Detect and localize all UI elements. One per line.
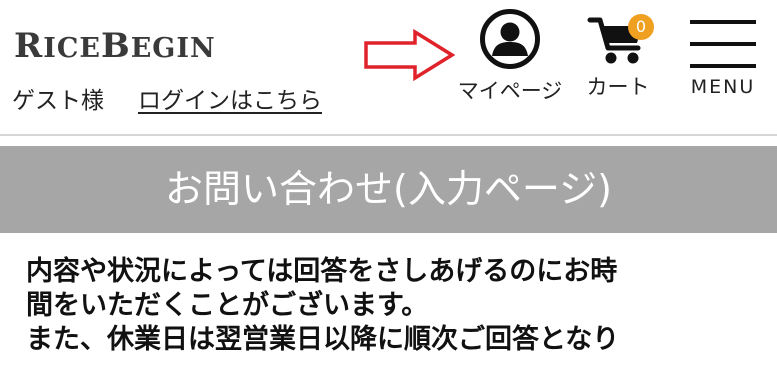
cart-button[interactable]: 0 カート [578, 12, 658, 100]
cart-count-badge: 0 [628, 14, 654, 40]
menu-button[interactable]: MENU [688, 18, 758, 100]
intro-text-line: 間をいただくことがございます。 [26, 290, 429, 321]
page-title: お問い合わせ(入力ページ) [0, 146, 777, 233]
cart-label: カート [586, 75, 650, 99]
mypage-label: マイページ [457, 79, 563, 103]
right-arrow-icon [364, 29, 455, 81]
header-divider [0, 134, 777, 136]
mypage-button[interactable]: マイページ [448, 8, 572, 104]
hamburger-menu-icon [690, 18, 756, 70]
site-header: RICEBEGIN ゲスト様 ログインはこちら マイページ 0 カート MENU [0, 0, 777, 134]
guest-label: ゲスト様 [12, 88, 104, 114]
site-logo[interactable]: RICEBEGIN [14, 28, 216, 67]
intro-text-line: 内容や状況によっては回答をさしあげるのにお時 [26, 256, 618, 287]
intro-text: 内容や状況によっては回答をさしあげるのにお時 間をいただくことがございます。 ま… [26, 255, 756, 357]
intro-text-line: また、休業日は翌営業日以降に順次ご回答となり [26, 324, 620, 355]
account-circle-icon [480, 9, 540, 69]
login-link[interactable]: ログインはこちら [138, 86, 322, 116]
menu-label: MENU [690, 76, 756, 98]
